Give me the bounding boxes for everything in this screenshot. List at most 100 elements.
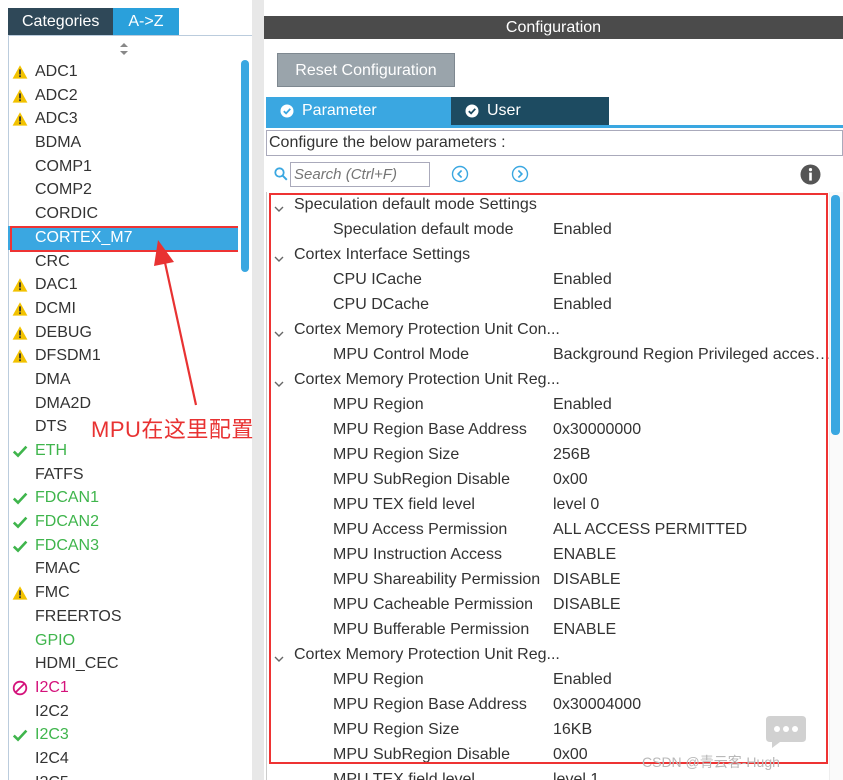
parameter-label: MPU Region: [333, 671, 424, 688]
circle-chevron-left-icon[interactable]: [451, 165, 469, 183]
parameter-row[interactable]: MPU Region Base Address 0x30000000: [267, 417, 843, 442]
parameter-group[interactable]: Cortex Interface Settings: [267, 242, 843, 267]
check-circle-icon: [280, 104, 294, 118]
parameter-value[interactable]: Background Region Privileged access...: [553, 342, 833, 367]
chevron-down-icon[interactable]: [273, 198, 285, 212]
parameter-value[interactable]: Enabled: [553, 292, 833, 317]
check-mark-icon: [12, 490, 28, 506]
parameter-row[interactable]: MPU Region Size 16KB: [267, 717, 843, 742]
parameter-row[interactable]: CPU ICache Enabled: [267, 267, 843, 292]
category-item-label: DTS: [35, 418, 67, 436]
category-item-cordic[interactable]: CORDIC: [8, 202, 238, 226]
chevron-down-icon[interactable]: [273, 248, 285, 262]
warning-triangle-icon: [12, 111, 28, 127]
category-item-label: HDMI_CEC: [35, 655, 119, 673]
parameter-label: MPU Shareability Permission: [333, 571, 541, 588]
category-item-comp1[interactable]: COMP1: [8, 155, 238, 179]
parameter-row[interactable]: MPU Region Enabled: [267, 392, 843, 417]
tab-user-constants[interactable]: User Constants: [451, 97, 609, 147]
category-item-i2c5[interactable]: I2C5: [8, 771, 238, 780]
parameter-row[interactable]: MPU Access Permission ALL ACCESS PERMITTE…: [267, 517, 843, 542]
sort-arrows-icon[interactable]: [118, 42, 130, 56]
parameter-row[interactable]: MPU Control Mode Background Region Privil…: [267, 342, 843, 367]
parameter-label: MPU Region Base Address: [333, 696, 527, 713]
parameter-group[interactable]: Speculation default mode Settings: [267, 192, 843, 217]
category-item-adc2[interactable]: ADC2: [8, 84, 238, 108]
category-item-freertos[interactable]: FREERTOS: [8, 605, 238, 629]
parameter-value[interactable]: DISABLE: [553, 592, 833, 617]
parameter-label: MPU SubRegion Disable: [333, 471, 510, 488]
parameter-group[interactable]: Cortex Memory Protection Unit Reg...: [267, 367, 843, 392]
category-item-label: ETH: [35, 442, 67, 459]
parameter-value[interactable]: ALL ACCESS PERMITTED: [553, 517, 833, 542]
parameter-group[interactable]: Cortex Memory Protection Unit Con...: [267, 317, 843, 342]
category-item-label: ADC3: [35, 110, 78, 128]
chat-bubble-icon[interactable]: [764, 714, 808, 750]
category-item-fdcan2[interactable]: FDCAN2: [8, 510, 238, 534]
parameter-row[interactable]: MPU Region Enabled: [267, 667, 843, 692]
category-item-i2c2[interactable]: I2C2: [8, 700, 238, 724]
tab-a-z[interactable]: A->Z: [113, 8, 179, 35]
category-item-fdcan3[interactable]: FDCAN3: [8, 534, 238, 558]
parameter-row[interactable]: MPU Bufferable Permission ENABLE: [267, 617, 843, 642]
parameter-value[interactable]: 0x30000000: [553, 417, 833, 442]
parameter-value[interactable]: Enabled: [553, 267, 833, 292]
category-item-label: DMA2D: [35, 394, 92, 412]
right-scrollbar-thumb[interactable]: [831, 195, 840, 435]
category-item-fmac[interactable]: FMAC: [8, 557, 238, 581]
chevron-down-icon[interactable]: [273, 648, 285, 662]
parameter-value[interactable]: Enabled: [553, 667, 833, 692]
category-item-i2c4[interactable]: I2C4: [8, 747, 238, 771]
parameter-value[interactable]: DISABLE: [553, 567, 833, 592]
parameter-group[interactable]: Cortex Memory Protection Unit Reg...: [267, 642, 843, 667]
category-item-fmc[interactable]: FMC: [8, 581, 238, 605]
category-item-hdmi-cec[interactable]: HDMI_CEC: [8, 652, 238, 676]
tab-categories[interactable]: Categories: [8, 8, 114, 35]
parameter-row[interactable]: MPU Region Base Address 0x30004000: [267, 692, 843, 717]
parameter-value[interactable]: Enabled: [553, 217, 833, 242]
category-item-label: FREERTOS: [35, 607, 122, 625]
search-input[interactable]: [290, 162, 430, 187]
category-item-gpio[interactable]: GPIO: [8, 629, 238, 653]
category-item-label: FMAC: [35, 560, 81, 578]
parameter-row[interactable]: Speculation default mode Enabled: [267, 217, 843, 242]
parameter-row[interactable]: MPU Instruction Access ENABLE: [267, 542, 843, 567]
category-item-label: FATFS: [35, 465, 84, 483]
category-item-bdma[interactable]: BDMA: [8, 131, 238, 155]
parameter-row[interactable]: MPU SubRegion Disable 0x00: [267, 467, 843, 492]
parameter-row[interactable]: MPU Cacheable Permission DISABLE: [267, 592, 843, 617]
parameter-value[interactable]: 256B: [553, 442, 833, 467]
tab-parameter-settings[interactable]: Parameter Settings: [266, 97, 451, 147]
category-item-adc1[interactable]: ADC1: [8, 60, 238, 84]
parameter-row[interactable]: CPU DCache Enabled: [267, 292, 843, 317]
circle-chevron-right-icon[interactable]: [511, 165, 529, 183]
warning-triangle-icon: [12, 585, 28, 601]
parameter-value[interactable]: Enabled: [553, 392, 833, 417]
parameter-value[interactable]: 0x00: [553, 467, 833, 492]
chevron-down-icon[interactable]: [273, 373, 285, 387]
chevron-down-icon[interactable]: [273, 323, 285, 337]
parameter-row[interactable]: MPU Region Size 256B: [267, 442, 843, 467]
category-item-fdcan1[interactable]: FDCAN1: [8, 486, 238, 510]
left-scrollbar-thumb[interactable]: [241, 60, 249, 272]
category-item-label: FMC: [35, 584, 70, 602]
parameter-row[interactable]: MPU Shareability Permission DISABLE: [267, 567, 843, 592]
parameter-value[interactable]: ENABLE: [553, 617, 833, 642]
info-icon[interactable]: [800, 164, 821, 185]
category-item-fatfs[interactable]: FATFS: [8, 463, 238, 487]
config-description: Configure the below parameters :: [266, 130, 843, 156]
parameter-value[interactable]: ENABLE: [553, 542, 833, 567]
categories-panel: Categories A->Z ADC1 ADC2 ADC3 BDMA COMP1 COM…: [0, 0, 257, 780]
top-strip: [264, 0, 843, 16]
category-item-i2c3[interactable]: I2C3: [8, 723, 238, 747]
reset-configuration-button[interactable]: Reset Configuration: [277, 53, 455, 87]
panel-divider[interactable]: [252, 0, 264, 780]
parameter-label: MPU Region Base Address: [333, 421, 527, 438]
parameter-rows: Speculation default mode Settings Specula…: [267, 192, 843, 780]
category-item-label: CRC: [35, 252, 70, 270]
parameter-value[interactable]: level 0: [553, 492, 833, 517]
parameter-row[interactable]: MPU TEX field level level 0: [267, 492, 843, 517]
category-item-comp2[interactable]: COMP2: [8, 178, 238, 202]
category-item-adc3[interactable]: ADC3: [8, 107, 238, 131]
category-item-i2c1[interactable]: I2C1: [8, 676, 238, 700]
